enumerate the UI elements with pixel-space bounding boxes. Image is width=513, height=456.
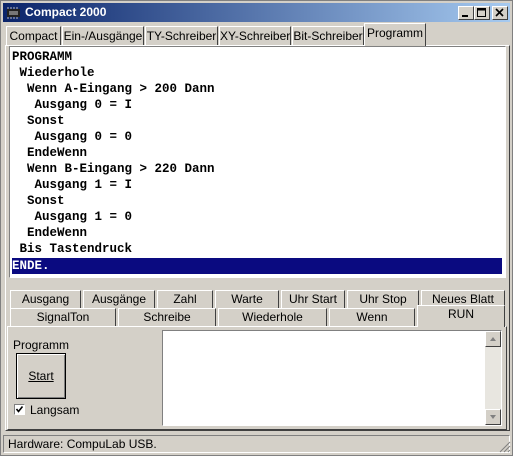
tab-ein-ausgaenge[interactable]: Ein-/Ausgänge: [62, 26, 144, 46]
slow-checkbox[interactable]: [14, 404, 25, 415]
minimize-button[interactable]: [458, 6, 474, 20]
program-line[interactable]: Sonst: [12, 193, 502, 209]
program-line[interactable]: PROGRAMM: [12, 49, 502, 65]
cmdtab-signalton[interactable]: SignalTon: [10, 308, 116, 326]
cmdtab-ausgang[interactable]: Ausgang: [10, 290, 81, 308]
cmdtab-wiederhole[interactable]: Wiederhole: [218, 308, 327, 326]
program-line[interactable]: EndeWenn: [12, 225, 502, 241]
status-text: Hardware: CompuLab USB.: [8, 437, 157, 451]
cmdtab-run[interactable]: RUN: [417, 305, 505, 327]
title-bar[interactable]: Compact 2000: [3, 3, 510, 22]
program-line-selected[interactable]: ENDE.: [12, 258, 502, 274]
program-editor[interactable]: PROGRAMM Wiederhole Wenn A-Eingang > 200…: [9, 46, 506, 278]
tab-ty-schreiber[interactable]: TY-Schreiber: [145, 26, 218, 46]
cmdtab-ausgaenge[interactable]: Ausgänge: [83, 290, 155, 308]
program-line[interactable]: Ausgang 1 = I: [12, 177, 502, 193]
maximize-button[interactable]: [474, 6, 490, 20]
arrow-up-icon: [490, 337, 496, 341]
slow-checkbox-label[interactable]: Langsam: [30, 403, 79, 417]
minimize-icon: [462, 15, 468, 17]
resize-grip-icon[interactable]: [499, 441, 511, 453]
status-bar: Hardware: CompuLab USB.: [3, 435, 510, 453]
tab-programm[interactable]: Programm: [364, 23, 426, 46]
program-line[interactable]: Bis Tastendruck: [12, 241, 502, 257]
program-line[interactable]: Sonst: [12, 113, 502, 129]
program-line[interactable]: Wenn A-Eingang > 200 Dann: [12, 81, 502, 97]
app-icon: [7, 7, 20, 19]
cmdtab-uhr-stop[interactable]: Uhr Stop: [347, 290, 419, 308]
program-line[interactable]: Wenn B-Eingang > 220 Dann: [12, 161, 502, 177]
app-window: Compact 2000 Compact Ein-/Ausgänge TY-Sc…: [0, 0, 513, 456]
start-button[interactable]: Start: [16, 353, 66, 399]
program-line[interactable]: EndeWenn: [12, 145, 502, 161]
start-button-label: Start: [28, 369, 54, 383]
tab-compact[interactable]: Compact: [6, 26, 61, 46]
arrow-down-icon: [490, 415, 496, 419]
scroll-up-button[interactable]: [485, 331, 501, 347]
program-line[interactable]: Wiederhole: [12, 65, 502, 81]
program-line[interactable]: Ausgang 0 = 0: [12, 129, 502, 145]
program-line[interactable]: Ausgang 0 = I: [12, 97, 502, 113]
checkmark-icon: [15, 406, 24, 413]
output-area[interactable]: [162, 330, 502, 426]
close-icon: [495, 8, 504, 17]
close-button[interactable]: [492, 6, 508, 20]
cmdtab-zahl[interactable]: Zahl: [157, 290, 213, 308]
program-label: Programm: [13, 338, 70, 352]
cmdtab-uhr-start[interactable]: Uhr Start: [281, 290, 345, 308]
scroll-down-button[interactable]: [485, 409, 501, 425]
maximize-icon: [477, 8, 486, 17]
tab-bit-schreiber[interactable]: Bit-Schreiber: [292, 26, 364, 46]
program-line[interactable]: Ausgang 1 = 0: [12, 209, 502, 225]
output-scrollbar[interactable]: [485, 331, 501, 425]
cmdtab-warte[interactable]: Warte: [215, 290, 279, 308]
tab-xy-schreiber[interactable]: XY-Schreiber: [219, 26, 291, 46]
window-title: Compact 2000: [25, 5, 107, 19]
cmdtab-schreibe[interactable]: Schreibe: [118, 308, 216, 326]
cmdtab-wenn[interactable]: Wenn: [329, 308, 415, 326]
